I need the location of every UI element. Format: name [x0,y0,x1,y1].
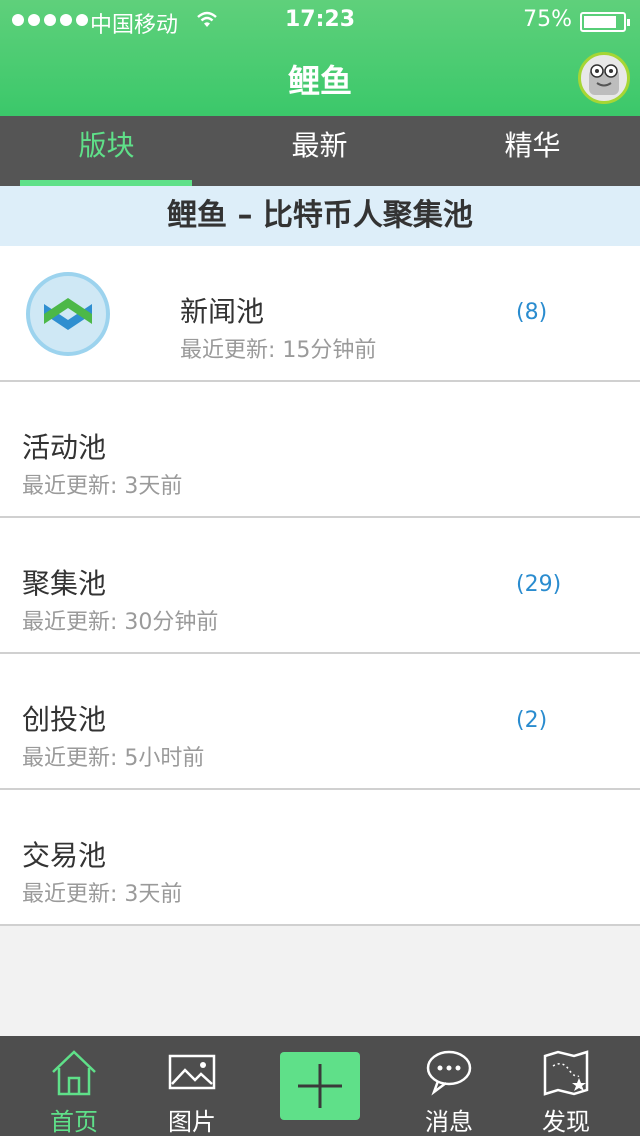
tab-featured[interactable]: 精华 [426,116,639,186]
page-title: 鲤鱼 [287,62,352,100]
tab-latest[interactable]: 最新 [213,116,426,186]
list-item-title: 活动池 [22,431,107,464]
list-item-updated: 最近更新: 3天前 [22,474,183,499]
nav-messages[interactable]: 消息 [385,1036,513,1136]
app-header: 中国移动 17:23 75% 鲤鱼 [0,0,640,116]
list-item-trading[interactable]: 交易池 最近更新: 3天前 [0,790,640,926]
nav-discover-label: 发现 [542,1108,590,1136]
tab-sections[interactable]: 版块 [0,116,213,186]
board-list: 新闻池 最近更新: 15分钟前 (8) 活动池 最近更新: 3天前 聚集池 最近… [0,246,640,926]
list-item-count: (2) [516,708,548,733]
nav-images-label: 图片 [168,1108,216,1136]
list-item-updated: 最近更新: 3天前 [22,882,183,907]
list-item-updated: 最近更新: 5小时前 [22,746,205,771]
new-post-button[interactable] [280,1052,360,1120]
list-item-events[interactable]: 活动池 最近更新: 3天前 [0,382,640,518]
list-item-count: (29) [516,572,562,597]
image-icon [168,1054,216,1090]
list-item-gathering[interactable]: 聚集池 最近更新: 30分钟前 (29) [0,518,640,654]
list-item-title: 聚集池 [22,567,107,600]
list-item-title: 创投池 [22,703,107,736]
list-item-title: 交易池 [22,839,107,872]
nav-discover[interactable]: 发现 [502,1036,630,1136]
battery-percent: 75% [523,7,572,32]
list-item-title: 新闻池 [180,295,265,328]
home-icon [52,1050,96,1096]
board-logo-icon [44,298,92,330]
nav-messages-label: 消息 [425,1108,473,1136]
list-item-updated: 最近更新: 30分钟前 [22,610,219,635]
nav-images[interactable]: 图片 [128,1036,256,1136]
map-icon [543,1050,589,1096]
chat-bubble-icon [426,1050,472,1096]
list-item-count: (8) [516,300,548,325]
bottom-nav: 首页 图片 消息 发现 [0,1036,640,1136]
nav-home[interactable]: 首页 [10,1036,138,1136]
status-bar: 中国移动 17:23 75% [0,0,640,40]
list-item-updated: 最近更新: 15分钟前 [180,338,377,363]
list-item-venture[interactable]: 创投池 最近更新: 5小时前 (2) [0,654,640,790]
nav-home-label: 首页 [50,1108,98,1136]
community-banner: 鲤鱼 – 比特币人聚集池 [0,186,640,246]
board-logo [26,272,110,356]
battery-icon [580,12,630,32]
robot-avatar-icon [589,64,619,95]
tab-bar: 版块 最新 精华 [0,116,640,186]
list-item-news[interactable]: 新闻池 最近更新: 15分钟前 (8) [0,246,640,382]
avatar[interactable] [578,52,630,104]
plus-icon [298,1064,342,1108]
